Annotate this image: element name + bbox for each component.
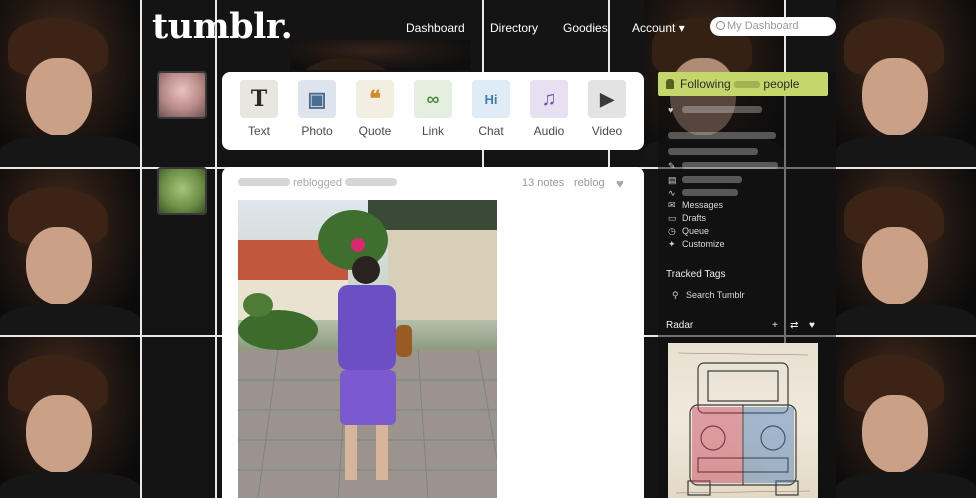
post-quote-button[interactable]: ❝ Quote [346, 80, 404, 138]
wallpaper-tile [836, 337, 976, 498]
like-heart-icon[interactable]: ♥ [616, 176, 624, 191]
search-input[interactable]: My Dashboard [710, 17, 836, 36]
radar-heading: Radar [666, 320, 694, 331]
sidebar-blog-link[interactable] [668, 130, 776, 142]
search-icon: ⚲ [672, 290, 679, 300]
following-bar[interactable]: Following people [658, 72, 828, 96]
post-audio-button[interactable]: ♫ Audio [520, 80, 578, 138]
sidebar-blog-link[interactable]: ✎ [668, 160, 778, 172]
post-header: reblogged [238, 177, 398, 189]
post-chat-button[interactable]: Hi Chat [462, 80, 520, 138]
wallpaper-tile [0, 337, 140, 498]
nav-account[interactable]: Account ▾ [626, 17, 691, 39]
nav-directory[interactable]: Directory [484, 17, 544, 39]
post-text-button[interactable]: T Text [230, 80, 288, 138]
post-video-label: Video [591, 124, 623, 138]
chat-icon: Hi [472, 80, 510, 118]
post-photo-label: Photo [301, 124, 333, 138]
text-icon: T [240, 80, 278, 118]
sidebar-customize-label: Customize [682, 239, 725, 249]
dashboard-post: reblogged 13 notes reblog ♥ [222, 167, 644, 498]
photo-icon: ▣ [298, 80, 336, 118]
top-bar: tumblr. Dashboard Directory Goodies Acco… [0, 0, 976, 52]
tumblr-logo[interactable]: tumblr. [152, 6, 293, 47]
post-action: reblogged [293, 177, 342, 189]
following-suffix: people [763, 77, 800, 91]
wallpaper-tile [0, 169, 140, 334]
quote-icon: ❝ [356, 80, 394, 118]
audio-icon: ♫ [530, 80, 568, 118]
post-text-label: Text [247, 124, 270, 138]
nav-goodies[interactable]: Goodies [557, 17, 614, 39]
posts-icon: ▤ [668, 175, 677, 185]
reblog-button[interactable]: reblog [574, 177, 605, 189]
sidebar-blog-link[interactable] [668, 146, 758, 158]
wallpaper-tile [836, 169, 976, 334]
post-audio-label: Audio [533, 124, 565, 138]
post-photo-scene [238, 200, 497, 498]
following-label: Following [680, 77, 731, 91]
sidebar-drafts-label: Drafts [682, 213, 707, 223]
heart-icon: ♥ [668, 105, 674, 115]
source-name[interactable] [345, 178, 398, 186]
post-video-button[interactable]: ▶ Video [578, 80, 636, 138]
following-count [734, 81, 761, 88]
sidebar-customize[interactable]: ✦ Customize [668, 238, 725, 250]
reblog-icon[interactable]: ⇄ [790, 320, 798, 331]
link-icon: ∞ [414, 80, 452, 118]
sidebar-drafts[interactable]: ▭ Drafts [668, 212, 706, 224]
post-chat-label: Chat [478, 124, 504, 138]
nav-dashboard[interactable]: Dashboard [400, 17, 471, 39]
post-quote-label: Quote [358, 124, 392, 138]
sidebar-queue-label: Queue [682, 226, 710, 236]
sidebar-messages[interactable]: ✉ Messages [668, 199, 723, 211]
sidebar-activity[interactable]: ∿ [668, 187, 738, 199]
edit-icon: ✎ [668, 161, 676, 171]
user-icon [666, 79, 674, 89]
post-type-composer: T Text ▣ Photo ❝ Quote ∞ Link Hi Chat ♫ … [222, 72, 644, 150]
user-avatar[interactable] [157, 71, 207, 119]
sidebar-likes[interactable]: ♥ [668, 104, 762, 116]
mail-icon: ✉ [668, 200, 676, 210]
search-placeholder: My Dashboard [727, 20, 799, 32]
post-link-label: Link [421, 124, 444, 138]
customize-icon: ✦ [668, 239, 676, 249]
tracked-tags-heading: Tracked Tags [666, 269, 726, 280]
post-photo-button[interactable]: ▣ Photo [288, 80, 346, 138]
radar-post-image[interactable] [668, 343, 818, 498]
poster-avatar[interactable] [157, 167, 207, 215]
post-notes[interactable]: 13 notes [522, 177, 564, 189]
search-icon [716, 21, 725, 30]
sidebar-posts[interactable]: ▤ [668, 174, 742, 186]
video-icon: ▶ [588, 80, 626, 118]
queue-icon: ◷ [668, 226, 676, 236]
sidebar-queue[interactable]: ◷ Queue [668, 225, 709, 237]
post-link-button[interactable]: ∞ Link [404, 80, 462, 138]
add-icon[interactable]: + [772, 320, 778, 331]
activity-icon: ∿ [668, 188, 676, 198]
drafts-icon: ▭ [668, 213, 677, 223]
poster-name[interactable] [238, 178, 290, 186]
search-tumblr-link[interactable]: ⚲ Search Tumblr [672, 289, 745, 301]
sidebar-messages-label: Messages [682, 200, 724, 210]
search-tumblr-label: Search Tumblr [686, 290, 745, 300]
radar-sketch [675, 352, 811, 496]
like-icon[interactable]: ♥ [809, 320, 815, 331]
post-photo[interactable] [238, 200, 497, 498]
